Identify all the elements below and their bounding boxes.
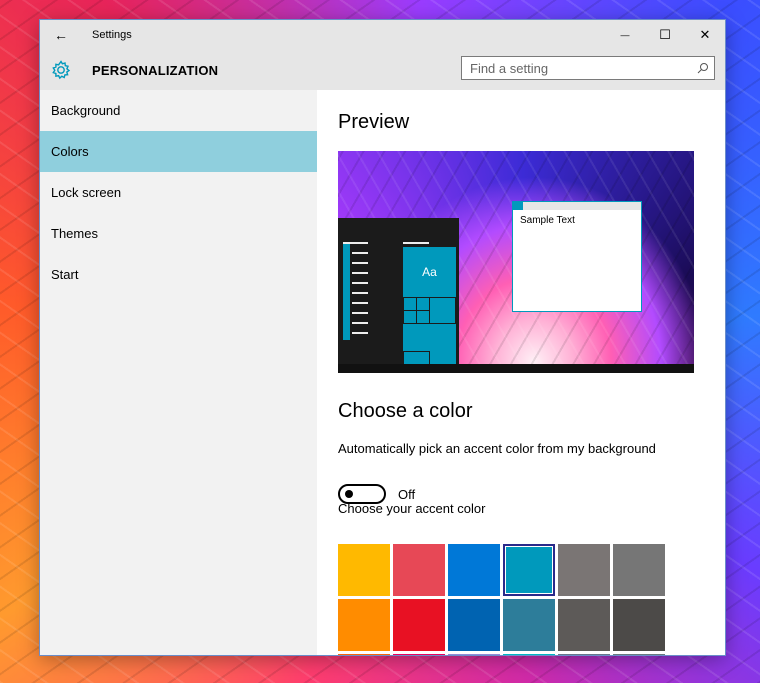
window-controls: — ☐ ✕ (605, 20, 725, 50)
accent-swatch[interactable] (448, 599, 500, 651)
toggle-knob (345, 490, 353, 498)
accent-swatch[interactable] (393, 599, 445, 651)
preview-small-tile (416, 310, 430, 324)
page-header: PERSONALIZATION (40, 50, 725, 90)
preview-live-tile: Aa (403, 247, 456, 365)
sidebar-item-start[interactable]: Start (40, 254, 317, 295)
preview-window-titlebar (513, 202, 641, 210)
preview-sample-text: Sample Text (520, 215, 575, 226)
preview-start-menu: Aa (338, 218, 459, 365)
close-button[interactable]: ✕ (685, 20, 725, 50)
sidebar-item-label: Start (51, 267, 79, 282)
main-content: Preview Aa Sample Text Choose a color Au… (317, 90, 725, 655)
preview-menu-line (403, 242, 429, 244)
sidebar-item-label: Lock screen (51, 185, 122, 200)
sidebar-item-label: Colors (51, 144, 89, 159)
sidebar: Background Colors Lock screen Themes Sta… (40, 90, 317, 655)
preview-window: Sample Text (512, 201, 642, 312)
search-box[interactable] (461, 56, 715, 80)
back-button[interactable]: ← (40, 20, 82, 50)
search-icon[interactable] (692, 62, 714, 74)
gear-icon (40, 60, 82, 80)
minimize-icon: — (620, 30, 630, 40)
preview-menu-line (352, 272, 368, 274)
preview-small-tile (429, 297, 456, 324)
sidebar-item-colors[interactable]: Colors (40, 131, 317, 172)
accent-swatch[interactable] (613, 654, 665, 655)
preview-menu-line (352, 312, 368, 314)
preview-menu-line (352, 302, 368, 304)
sidebar-item-themes[interactable]: Themes (40, 213, 317, 254)
minimize-button[interactable]: — (605, 20, 645, 50)
auto-pick-label: Automatically pick an accent color from … (338, 441, 656, 456)
preview-menu-line (352, 262, 368, 264)
choose-color-heading: Choose a color (338, 400, 473, 422)
accent-swatch[interactable] (338, 654, 390, 655)
maximize-icon: ☐ (659, 27, 671, 42)
preview-menu-line (352, 322, 368, 324)
title-bar: ← Settings — ☐ ✕ (40, 20, 725, 50)
toggle-state-label: Off (398, 486, 416, 502)
accent-swatch[interactable] (558, 544, 610, 596)
theme-preview: Aa Sample Text (338, 151, 694, 373)
accent-swatch[interactable] (503, 544, 555, 596)
accent-swatch[interactable] (448, 654, 500, 655)
accent-swatch[interactable] (613, 544, 665, 596)
sidebar-item-lock-screen[interactable]: Lock screen (40, 172, 317, 213)
accent-swatch[interactable] (393, 654, 445, 655)
accent-swatch[interactable] (503, 654, 555, 655)
sidebar-item-background[interactable]: Background (40, 90, 317, 131)
preview-heading: Preview (338, 111, 410, 133)
preview-tile-text: Aa (422, 265, 437, 279)
sidebar-item-label: Background (51, 103, 121, 118)
page-title: PERSONALIZATION (92, 62, 219, 78)
accent-swatch[interactable] (338, 544, 390, 596)
sidebar-item-label: Themes (51, 226, 98, 241)
preview-menu-line (343, 242, 368, 244)
app-title: Settings (92, 29, 132, 41)
preview-menu-line (352, 252, 368, 254)
back-arrow-icon: ← (54, 27, 68, 43)
accent-color-label: Choose your accent color (338, 501, 486, 516)
preview-small-tile (403, 297, 417, 311)
search-input[interactable] (462, 57, 692, 79)
accent-swatch[interactable] (558, 599, 610, 651)
preview-menu-line (352, 332, 368, 334)
preview-small-tile (403, 351, 430, 365)
accent-swatch[interactable] (613, 599, 665, 651)
preview-taskbar (338, 364, 694, 373)
preview-menu-line (352, 292, 368, 294)
accent-swatch[interactable] (393, 544, 445, 596)
accent-swatch[interactable] (503, 599, 555, 651)
maximize-button[interactable]: ☐ (645, 20, 685, 50)
close-icon: ✕ (699, 27, 711, 42)
accent-swatch[interactable] (558, 654, 610, 655)
preview-menu-line (352, 282, 368, 284)
accent-swatch[interactable] (338, 599, 390, 651)
preview-accent-rail (343, 242, 350, 340)
settings-window: ← Settings — ☐ ✕ PERSONALIZATION Back (40, 20, 725, 655)
accent-swatch[interactable] (448, 544, 500, 596)
